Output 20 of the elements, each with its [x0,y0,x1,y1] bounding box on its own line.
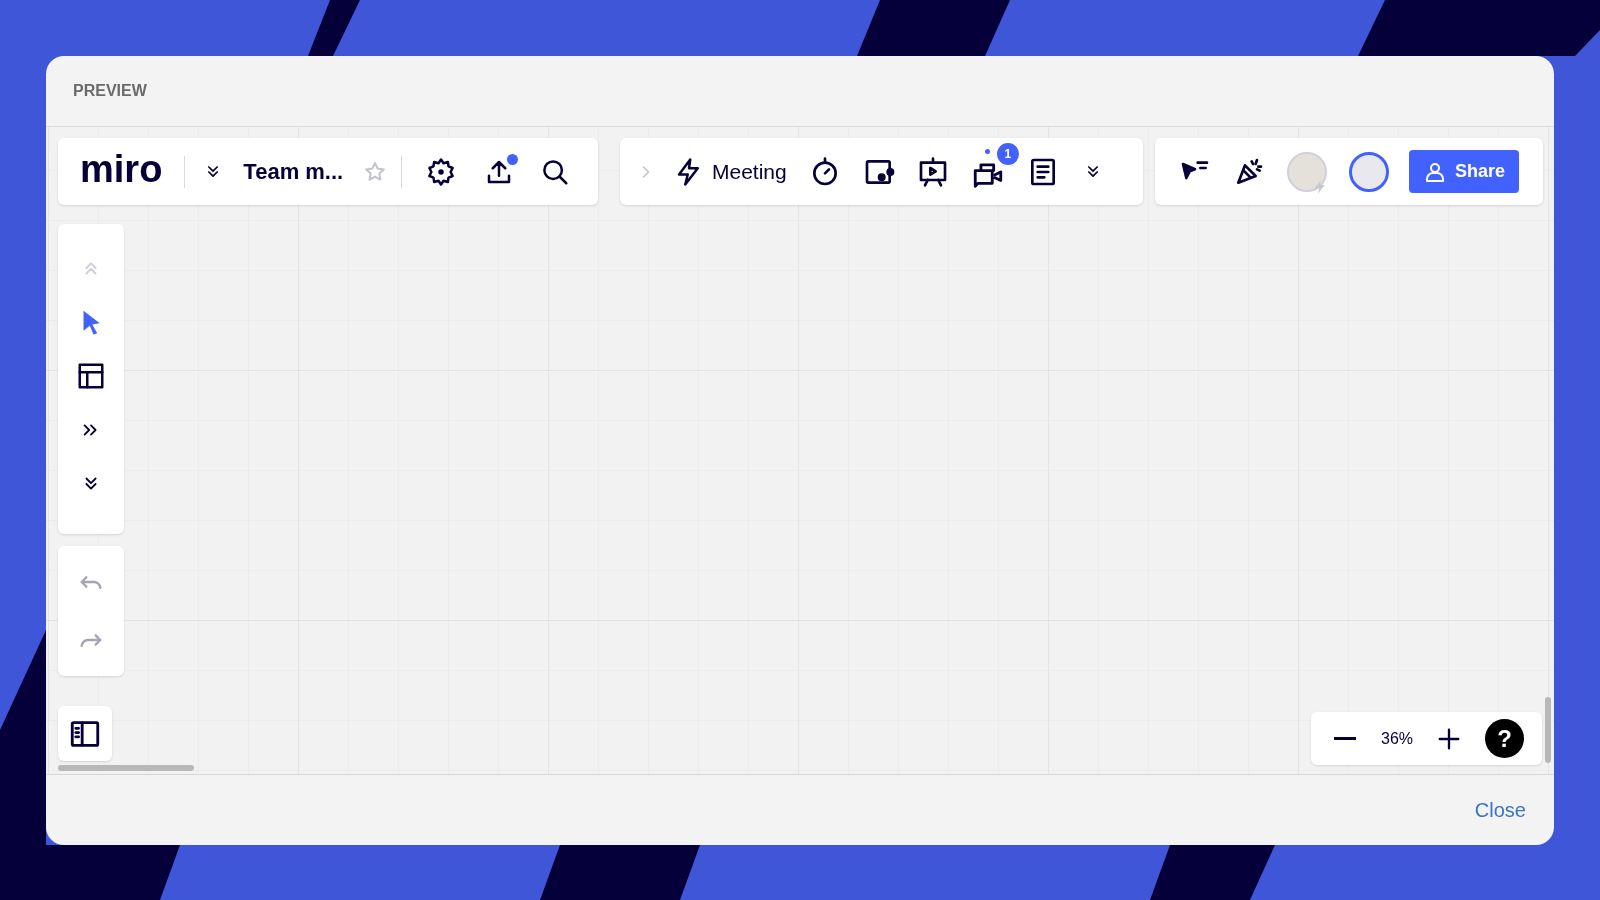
background-stripe [308,0,360,56]
settings-button[interactable] [426,156,457,187]
star-icon [363,159,388,184]
dialog-title: PREVIEW [73,81,147,101]
help-button[interactable]: ? [1485,719,1524,758]
sidebar-toggle-button[interactable] [58,706,112,761]
board-name[interactable]: Team m... [243,155,344,188]
layout-icon [76,361,106,391]
close-link[interactable]: Close [1474,795,1526,825]
vertical-scrollbar[interactable] [1545,697,1551,763]
meeting-button[interactable]: Meeting [674,155,787,188]
miro-logo[interactable]: miro [80,149,163,188]
settings-icon [426,156,457,187]
zoom-level[interactable]: 36% [1375,726,1419,751]
minus-icon [1334,737,1356,740]
avatar[interactable] [1349,151,1389,192]
board-canvas[interactable]: miro Team m... Meeting 1 Share 36% ? [46,127,1554,775]
count-badge: 1 [996,142,1019,165]
share-button[interactable]: Share [1409,150,1520,193]
horizontal-scrollbar[interactable] [58,765,194,771]
